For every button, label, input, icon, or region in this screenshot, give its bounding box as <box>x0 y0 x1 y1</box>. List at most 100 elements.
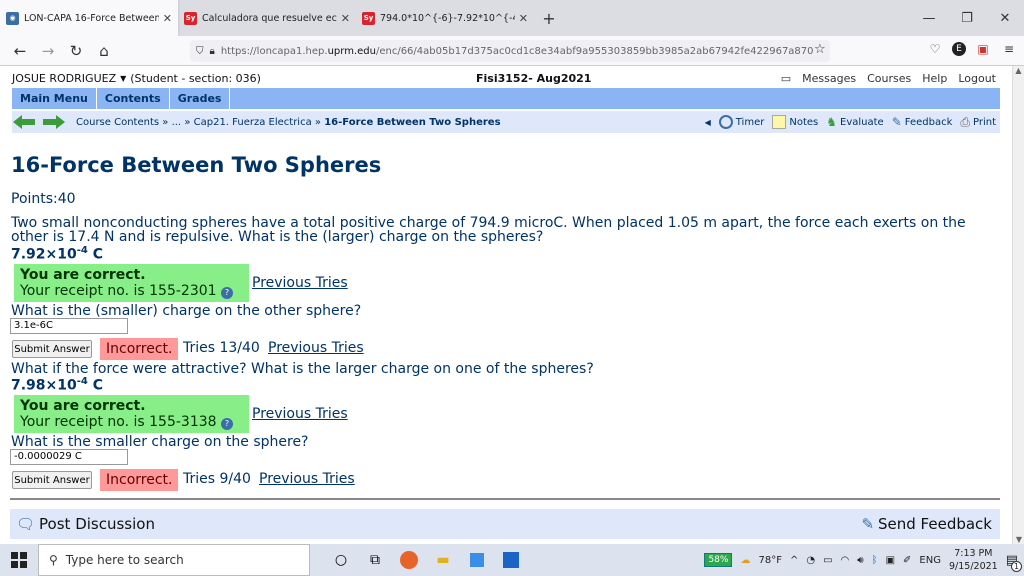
question-1-line-1: Two small nonconducting spheres have a t… <box>11 215 966 231</box>
tab-symbolab-1[interactable]: Sy Calculadora que resuelve ecuac ✕ <box>178 0 356 36</box>
calendar-icon[interactable]: ▣ <box>886 555 895 566</box>
new-tab-button[interactable]: + <box>534 0 564 36</box>
chevron-up-icon[interactable]: ^ <box>790 555 798 566</box>
post-discussion-link[interactable]: 🗨︎ Post Discussion <box>16 515 155 533</box>
question-4-text: What is the smaller charge on the sphere… <box>11 434 309 450</box>
tab-symbolab-2[interactable]: Sy 794.0*10^{-6}-7.92*10^{-4} - C ✕ <box>356 0 534 36</box>
feedback-tool[interactable]: ✎ Feedback <box>892 115 953 129</box>
minimize-icon[interactable]: — <box>910 0 948 36</box>
extension-icon[interactable]: ▣ <box>974 40 992 58</box>
bookmark-star-icon[interactable]: ☆ <box>814 42 826 57</box>
prev-arrow-icon[interactable] <box>12 114 36 130</box>
evaluate-label: Evaluate <box>840 116 884 128</box>
battery-indicator[interactable]: 58% <box>704 553 733 567</box>
feedback-pen-icon: ✎ <box>861 515 875 533</box>
close-icon[interactable]: ✕ <box>519 12 528 25</box>
notes-tool[interactable]: Notes <box>772 115 818 129</box>
next-arrow-icon[interactable] <box>42 114 66 130</box>
evaluate-tool[interactable]: ♞ Evaluate <box>826 115 883 129</box>
scroll-up-icon[interactable]: ▲ <box>1013 66 1024 78</box>
timer-tool[interactable]: Timer <box>718 115 764 129</box>
collapse-arrow-icon[interactable]: ◀ <box>705 118 711 127</box>
submit-answer-button-2[interactable]: Submit Answer <box>12 340 92 358</box>
previous-tries-link-1[interactable]: Previous Tries <box>252 275 348 291</box>
network-icon[interactable]: ◔ <box>806 555 815 566</box>
extension-e-icon[interactable]: E <box>952 42 966 56</box>
url-bar[interactable]: ⛉ 🔒︎ https://loncapa1.hep. uprm.edu/enc/6… <box>190 40 830 62</box>
crumb-separator: » <box>184 116 191 128</box>
submit-answer-button-4[interactable]: Submit Answer <box>12 471 92 489</box>
store-icon[interactable] <box>460 544 494 576</box>
course-name: Fisi3152- Aug2021 <box>476 71 592 85</box>
pocket-icon[interactable]: ♡ <box>926 40 944 58</box>
answer-input-4[interactable]: -0.0000029 C <box>10 449 128 465</box>
close-icon[interactable]: ✕ <box>163 12 172 25</box>
search-placeholder: Type here to search <box>65 553 184 567</box>
previous-tries-link-4[interactable]: Previous Tries <box>259 471 355 487</box>
logout-link[interactable]: Logout <box>958 72 996 85</box>
previous-tries-link-3[interactable]: Previous Tries <box>252 406 348 422</box>
close-window-icon[interactable]: ✕ <box>986 0 1024 36</box>
taskbar: ⚲ Type here to search ○ ⧉ ▬ 58% ☁ 78°F ^… <box>0 544 1024 576</box>
close-icon[interactable]: ✕ <box>341 12 350 25</box>
help-icon[interactable]: ? <box>221 418 234 430</box>
windows-start-icon[interactable] <box>0 544 38 576</box>
restore-icon[interactable]: ❐ <box>948 0 986 36</box>
help-link[interactable]: Help <box>922 72 947 85</box>
print-tool[interactable]: ⎙ Print <box>960 115 996 130</box>
tab-title: LON-CAPA 16-Force Between T <box>24 12 159 24</box>
notification-icon[interactable]: ▤ 1 <box>1006 553 1022 572</box>
weather-icon[interactable]: ☁ <box>740 555 750 566</box>
crumb-ellipsis[interactable]: ... <box>172 117 182 128</box>
url-path: /enc/66/4ab05b17d375ac0cd1c8e34abf9a9553… <box>375 45 814 57</box>
messages-icon[interactable]: ▭ <box>781 72 791 85</box>
courses-link[interactable]: Courses <box>867 72 911 85</box>
weather-temp[interactable]: 78°F <box>758 555 781 566</box>
shield-icon: ⛉ <box>196 45 204 57</box>
task-view-icon[interactable]: ⧉ <box>358 544 392 576</box>
chat-bubble-icon: 🗨︎ <box>16 515 36 533</box>
store-logo <box>470 553 484 567</box>
outlook-icon[interactable] <box>494 544 528 576</box>
answer-unit: C <box>87 377 104 394</box>
taskbar-search-input[interactable]: ⚲ Type here to search <box>38 544 310 576</box>
messages-link[interactable]: Messages <box>802 72 856 85</box>
crumb-course-contents[interactable]: Course Contents <box>76 117 159 128</box>
cortana-icon[interactable]: ○ <box>324 544 358 576</box>
evaluate-icon: ♞ <box>826 115 837 129</box>
send-feedback-label: Send Feedback <box>878 515 992 533</box>
bluetooth-icon[interactable]: ᛒ <box>872 555 878 566</box>
menu-main-menu[interactable]: Main Menu <box>12 88 97 109</box>
clock[interactable]: 7:13 PM 9/15/2021 <box>949 547 998 573</box>
forward-icon[interactable]: → <box>34 42 62 60</box>
tab-loncapa[interactable]: ◉ LON-CAPA 16-Force Between T ✕ <box>0 0 178 36</box>
answer-exponent: -4 <box>76 245 88 256</box>
home-icon[interactable]: ⌂ <box>90 42 118 60</box>
previous-tries-link-2[interactable]: Previous Tries <box>268 340 364 356</box>
page-scrollbar[interactable]: ▲ ▼ <box>1012 66 1024 544</box>
url-domain: uprm.edu <box>327 45 376 57</box>
menu-contents[interactable]: Contents <box>97 88 170 109</box>
help-icon[interactable]: ? <box>221 287 234 299</box>
display-icon[interactable]: ▭ <box>823 555 832 566</box>
user-name[interactable]: JOSUE RODRIGUEZ <box>12 72 116 85</box>
incorrect-badge-4: Incorrect. <box>100 469 179 491</box>
pen-icon[interactable]: ✐ <box>903 555 911 566</box>
crumb-chapter[interactable]: Cap21. Fuerza Electrica <box>194 117 312 128</box>
volume-icon[interactable]: 🔊︎ <box>857 555 863 566</box>
answer-input-2[interactable]: 3.1e-6C <box>10 318 128 334</box>
menu-icon[interactable]: ≡ <box>1000 40 1018 58</box>
print-label: Print <box>972 116 996 128</box>
reload-icon[interactable]: ↻ <box>62 42 90 60</box>
file-explorer-icon[interactable]: ▬ <box>426 544 460 576</box>
firefox-icon[interactable] <box>392 544 426 576</box>
scroll-down-icon[interactable]: ▼ <box>1013 535 1024 544</box>
tries-count-4: Tries 9/40 <box>183 471 251 487</box>
send-feedback-link[interactable]: ✎ Send Feedback <box>861 515 992 533</box>
clock-date: 9/15/2021 <box>948 561 998 572</box>
language-indicator[interactable]: ENG <box>919 555 941 566</box>
back-icon[interactable]: ← <box>6 42 34 60</box>
wifi-icon[interactable]: ◠ <box>841 555 850 566</box>
menu-grades[interactable]: Grades <box>170 88 231 109</box>
dropdown-icon[interactable]: ▼ <box>120 74 126 83</box>
